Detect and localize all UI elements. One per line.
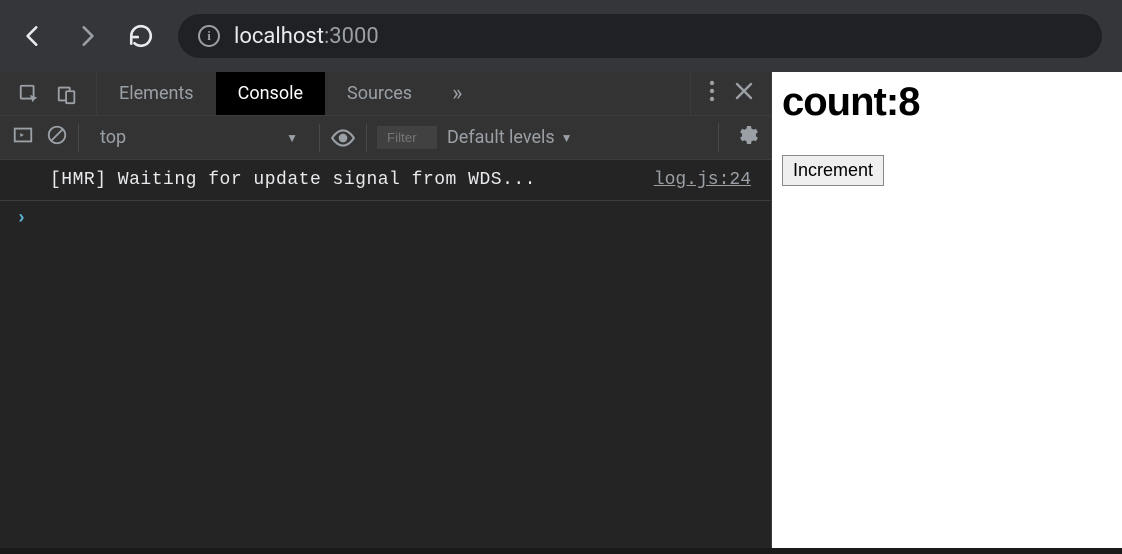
devtools-panel: Elements Console Sources » [0, 72, 772, 554]
separator [78, 124, 79, 152]
console-log-source-link[interactable]: log.js:24 [654, 170, 755, 190]
url-text: localhost:3000 [234, 24, 379, 49]
url-port: :3000 [324, 24, 379, 49]
tab-elements[interactable]: Elements [97, 72, 216, 115]
console-filter-input[interactable] [377, 126, 437, 149]
increment-button[interactable]: Increment [782, 155, 884, 186]
separator [319, 124, 320, 152]
levels-label: Default levels [447, 127, 555, 148]
console-log-message: [HMR] Waiting for update signal from WDS… [50, 170, 654, 190]
console-settings-icon[interactable] [735, 123, 759, 152]
console-log-row: [HMR] Waiting for update signal from WDS… [0, 160, 771, 201]
inspect-element-icon[interactable] [18, 83, 40, 105]
devtools-tab-right-group [690, 72, 771, 115]
console-toolbar-left [12, 124, 68, 151]
devtools-tab-strip: Elements Console Sources » [0, 72, 771, 116]
back-button[interactable] [20, 23, 46, 49]
separator [366, 124, 367, 152]
context-label: top [100, 127, 126, 148]
live-expression-icon[interactable] [330, 125, 356, 151]
tabs-overflow-icon[interactable]: » [434, 72, 480, 115]
console-toolbar: top ▼ Default levels ▼ [0, 116, 771, 160]
console-sidebar-toggle-icon[interactable] [12, 124, 34, 151]
devtools-inspect-group [0, 72, 97, 115]
main-area: Elements Console Sources » [0, 72, 1122, 554]
site-info-icon[interactable]: i [198, 25, 220, 47]
execution-context-select[interactable]: top ▼ [89, 126, 309, 149]
console-toolbar-right [718, 123, 759, 152]
nav-buttons [20, 23, 154, 49]
address-bar[interactable]: i localhost:3000 [178, 14, 1102, 58]
device-toolbar-icon[interactable] [56, 83, 78, 105]
clear-console-icon[interactable] [46, 124, 68, 151]
reload-button[interactable] [128, 23, 154, 49]
count-heading: count:8 [782, 80, 1122, 125]
forward-button[interactable] [74, 23, 100, 49]
window-bottom-edge [0, 548, 1122, 554]
url-host: localhost [234, 24, 324, 49]
dropdown-triangle-icon: ▼ [286, 131, 298, 145]
console-body: [HMR] Waiting for update signal from WDS… [0, 160, 771, 554]
console-prompt[interactable]: › [0, 201, 771, 237]
close-devtools-icon[interactable] [735, 82, 753, 105]
dropdown-triangle-icon: ▼ [561, 131, 573, 145]
kebab-menu-icon[interactable] [709, 80, 715, 107]
browser-toolbar: i localhost:3000 [0, 0, 1122, 72]
log-levels-select[interactable]: Default levels ▼ [447, 127, 573, 148]
tab-sources[interactable]: Sources [325, 72, 434, 115]
page-viewport: count:8 Increment [772, 72, 1122, 554]
tab-console[interactable]: Console [216, 72, 325, 115]
